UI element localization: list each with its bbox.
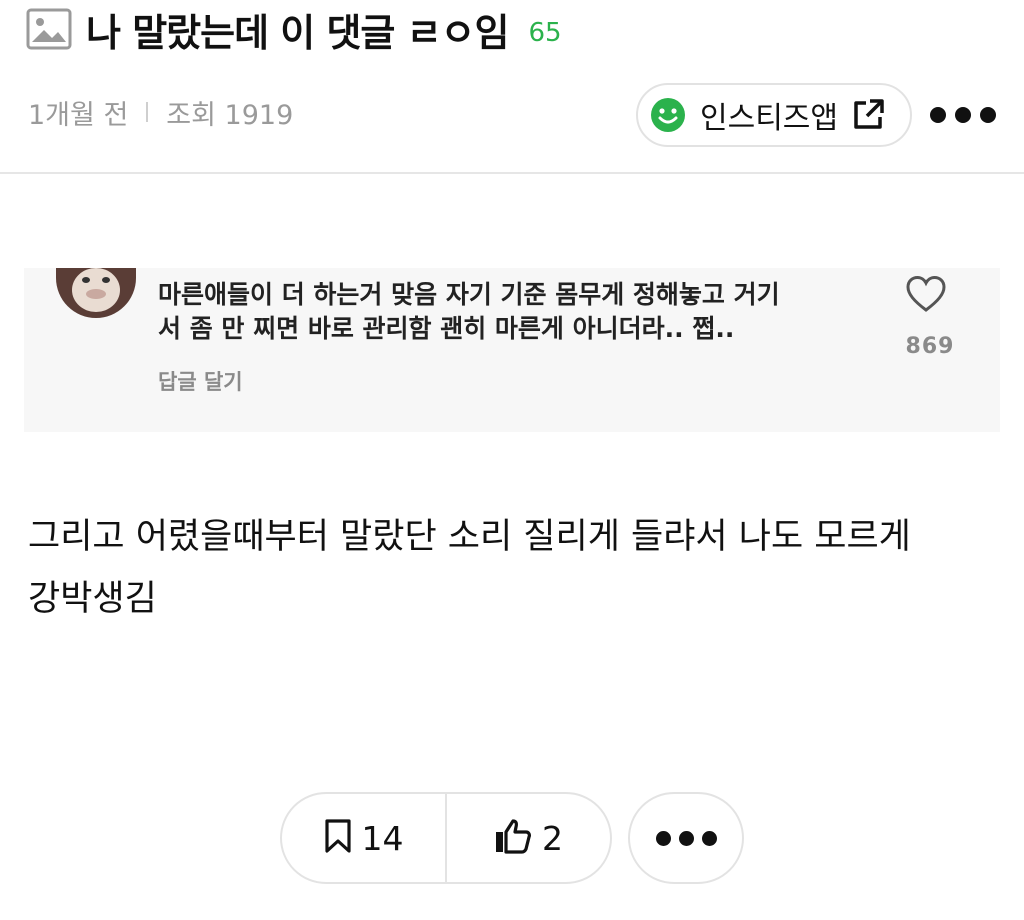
heart-icon: [904, 274, 948, 314]
post-time: 1개월 전: [28, 99, 129, 131]
bookmark-button[interactable]: 14: [282, 794, 445, 882]
image-icon: [26, 6, 72, 52]
page-title: 나 말랐는데 이 댓글 ㄹㅇ임: [86, 10, 509, 55]
title-row: 나 말랐는데 이 댓글 ㄹㅇ임 65: [26, 2, 562, 56]
more-actions-button[interactable]: [628, 792, 744, 884]
post-meta: 1개월 전 조회 1919: [28, 92, 293, 132]
embedded-comment-text: 마른애들이 더 하는거 맞음 자기 기준 몸무게 정해놓고 거기 서 좀 만 찌…: [158, 278, 858, 346]
more-dot-icon: [980, 107, 996, 123]
embedded-like-count: 869: [905, 334, 955, 359]
more-dot-icon: [701, 830, 717, 846]
embedded-comment-screenshot: 마른애들이 더 하는거 맞음 자기 기준 몸무게 정해놓고 거기 서 좀 만 찌…: [24, 268, 1000, 432]
post-body: 그리고 어렸을때부터 말랐단 소리 질리게 들랴서 나도 모르게 강박생김: [28, 517, 911, 619]
external-link-icon: [850, 97, 886, 133]
embedded-comment-line: 서 좀 만 찌면 바로 관리함 괜히 마른게 아니더라.. 쩝..: [158, 314, 735, 343]
post-actions: 14 2: [280, 792, 612, 884]
avatar: [56, 268, 136, 318]
smile-icon: [650, 97, 686, 133]
view-count: 조회 1919: [166, 99, 294, 131]
bookmark-count: 14: [361, 818, 404, 858]
embedded-reply-label: 답글 달기: [158, 370, 243, 394]
bookmark-icon: [324, 818, 352, 858]
more-dot-icon: [930, 107, 946, 123]
more-dot-icon: [655, 830, 671, 846]
like-button[interactable]: 2: [445, 794, 610, 882]
more-dot-icon: [678, 830, 694, 846]
post-header: 나 말랐는데 이 댓글 ㄹㅇ임 65 1개월 전 조회 1919 인스티즈앱: [0, 0, 1024, 174]
embedded-comment-line: 마른애들이 더 하는거 맞음 자기 기준 몸무게 정해놓고 거기: [158, 280, 780, 309]
open-app-label: 인스티즈앱: [700, 101, 838, 136]
more-dot-icon: [955, 107, 971, 123]
thumbs-up-icon: [494, 818, 532, 858]
more-options-button[interactable]: [930, 98, 996, 132]
comment-count[interactable]: 65: [528, 18, 561, 48]
like-count: 2: [542, 818, 563, 858]
meta-divider: [146, 102, 149, 122]
open-app-button[interactable]: 인스티즈앱: [636, 83, 912, 147]
